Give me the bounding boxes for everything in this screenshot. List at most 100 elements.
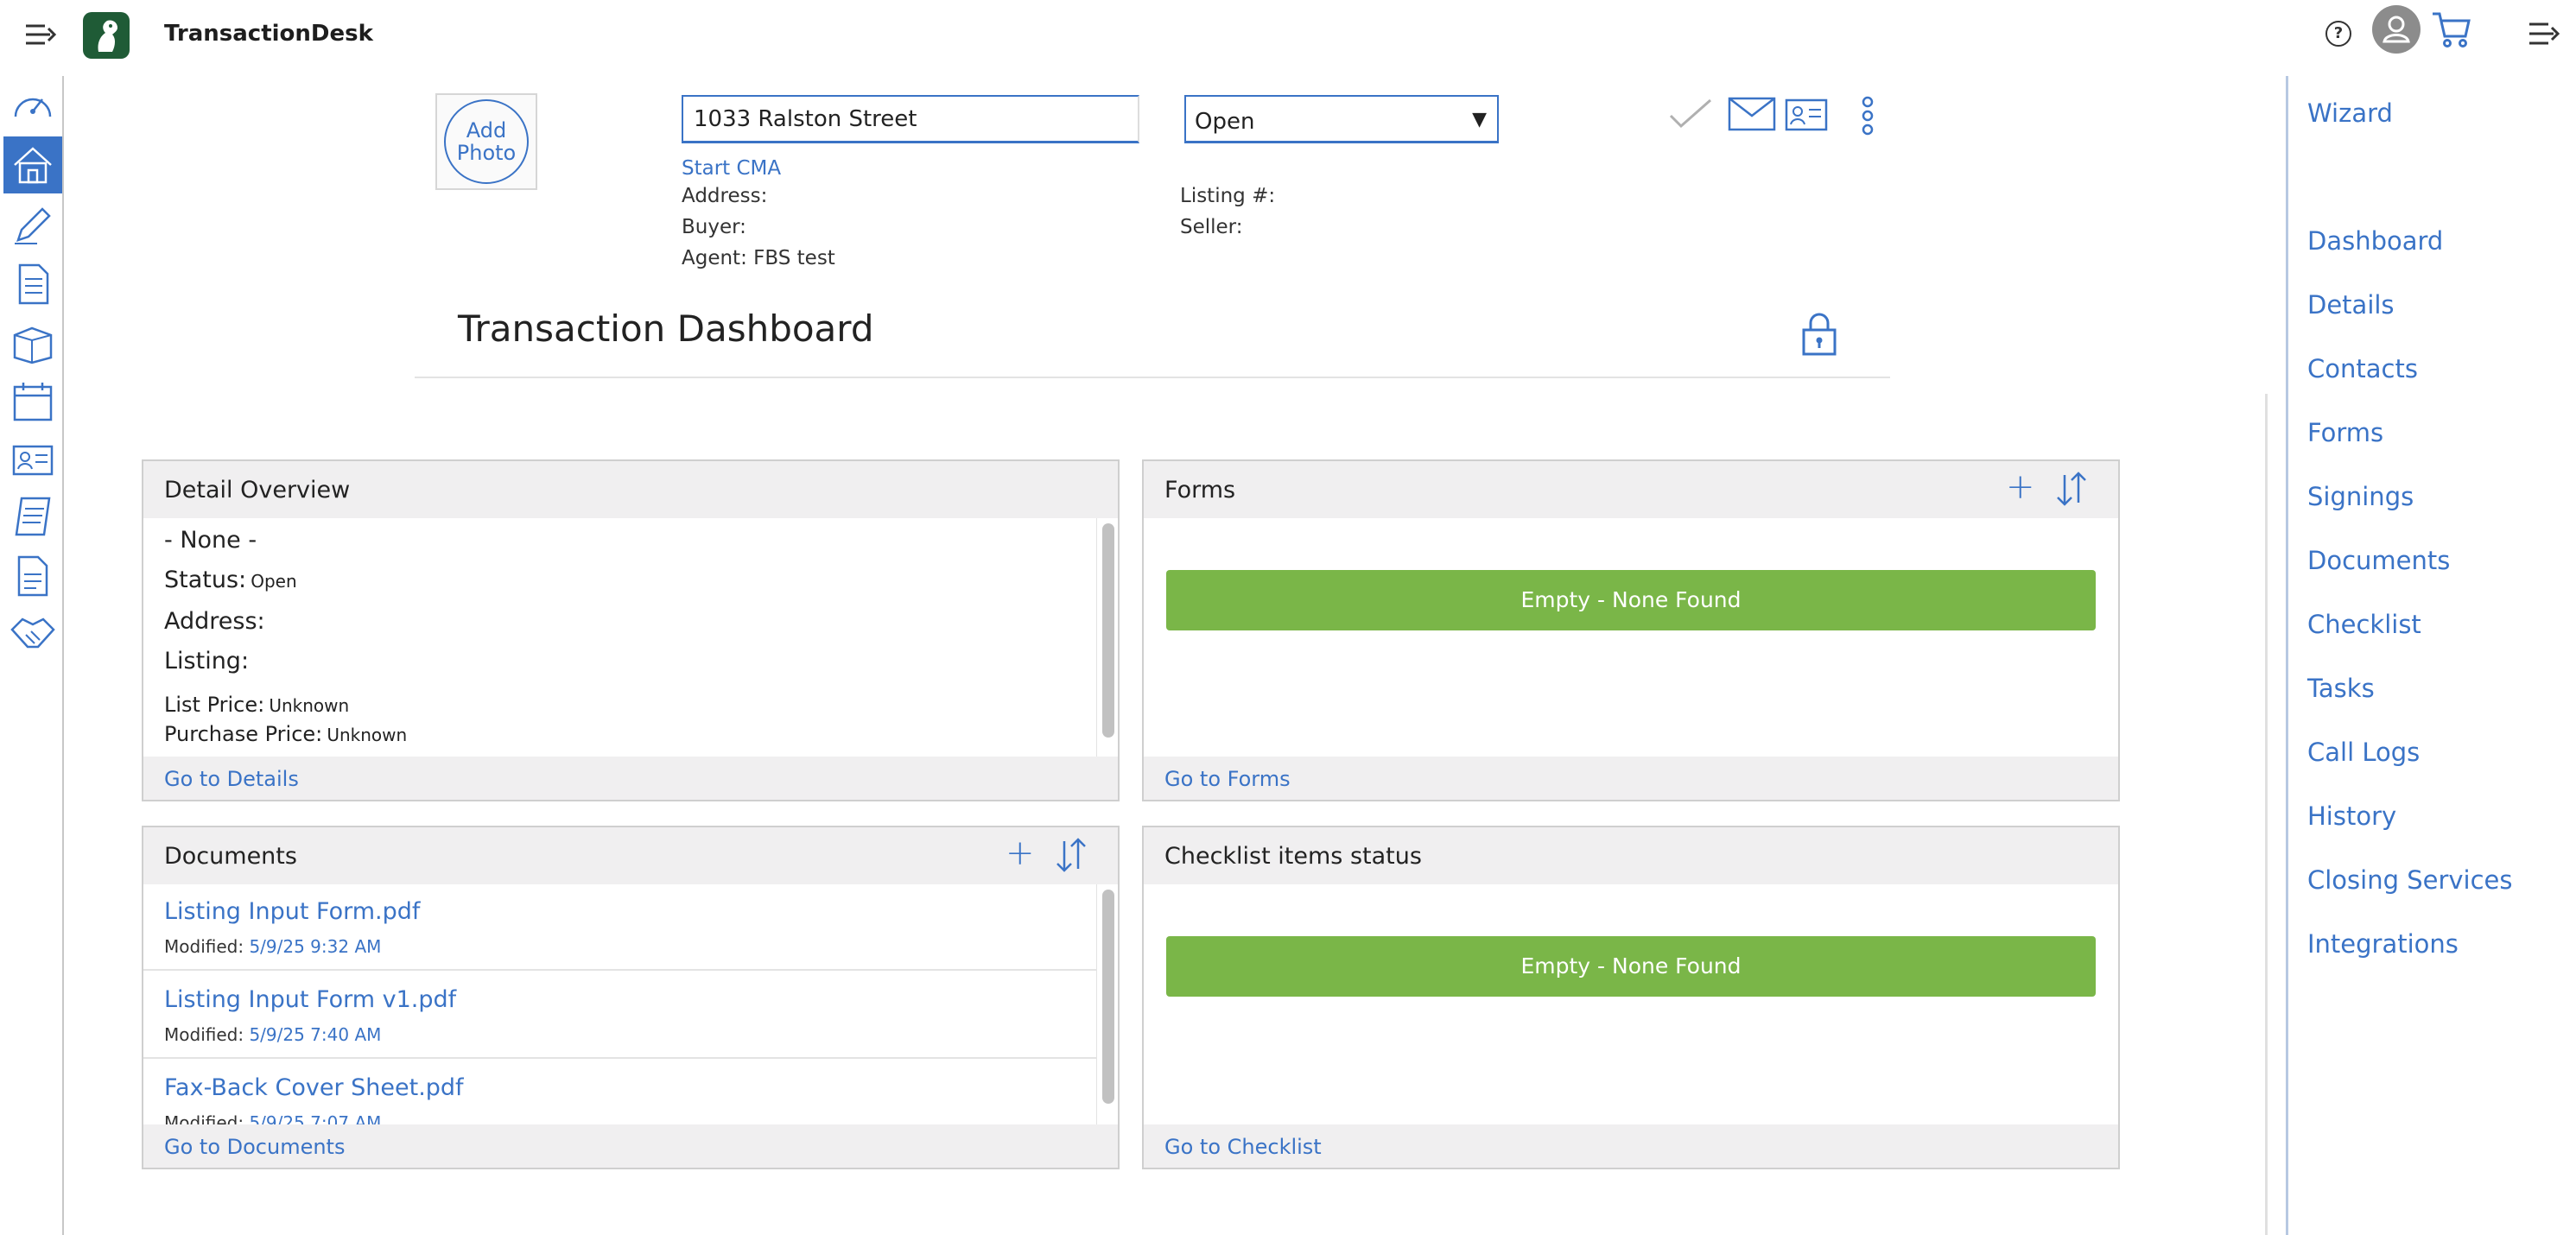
list-price-line: List Price: Unknown — [164, 693, 349, 717]
sort-icon[interactable] — [2054, 470, 2089, 508]
panel-footer: Go to Details — [143, 757, 1118, 800]
documents-scrollbar[interactable] — [1102, 890, 1114, 1104]
add-form-plus-icon[interactable]: + — [2006, 470, 2035, 504]
panel-title: Forms — [1164, 477, 1236, 504]
right-nav-tasks[interactable]: Tasks — [2307, 674, 2375, 703]
right-nav-call-logs[interactable]: Call Logs — [2307, 738, 2420, 767]
detail-overview-panel: Detail Overview - None - Status: Open Ad… — [142, 459, 1120, 801]
document-modified: Modified: 5/9/25 7:07 AM — [164, 1112, 381, 1124]
right-nav-history[interactable]: History — [2307, 801, 2396, 831]
list-price-value: Unknown — [269, 695, 350, 716]
right-nav-contacts[interactable]: Contacts — [2307, 354, 2418, 383]
go-to-checklist-link[interactable]: Go to Checklist — [1164, 1135, 1322, 1159]
right-nav-dashboard[interactable]: Dashboard — [2307, 226, 2443, 256]
document-name[interactable]: Listing Input Form v1.pdf — [164, 986, 456, 1013]
address-input[interactable] — [682, 95, 1139, 143]
status-select[interactable]: Open ▼ — [1184, 95, 1499, 143]
go-to-documents-link[interactable]: Go to Documents — [164, 1135, 345, 1159]
modified-label: Modified: — [164, 1112, 244, 1124]
handshake-icon[interactable] — [3, 605, 62, 662]
panel-footer: Go to Checklist — [1144, 1124, 2118, 1168]
go-to-forms-link[interactable]: Go to Forms — [1164, 767, 1291, 791]
start-cma-link[interactable]: Start CMA — [682, 157, 781, 180]
help-icon[interactable]: ? — [2325, 21, 2351, 47]
status-label: Status: — [164, 567, 247, 593]
panel-header: Checklist items status — [1144, 827, 2118, 884]
status-select-value: Open — [1195, 109, 1255, 135]
modified-date: 5/9/25 7:40 AM — [249, 1024, 382, 1045]
checklist-empty-state: Empty - None Found — [1166, 936, 2096, 997]
top-bar: TransactionDesk ? — [0, 0, 2576, 71]
title-divider — [415, 377, 1890, 378]
scroll-track — [1096, 884, 1097, 1128]
contact-card-icon[interactable] — [3, 432, 62, 489]
none-text: - None - — [164, 527, 257, 554]
cart-icon[interactable] — [2431, 9, 2474, 52]
list-item[interactable]: Listing Input Form.pdf Modified: 5/9/25 … — [143, 884, 1097, 971]
modified-label: Modified: — [164, 936, 244, 957]
status-value: Open — [251, 571, 297, 592]
listing-number-meta: Listing #: — [1180, 185, 1276, 207]
panel-header: Documents + — [143, 827, 1118, 884]
right-nav-signings[interactable]: Signings — [2307, 482, 2414, 511]
panel-header: Forms + — [1144, 461, 2118, 518]
calendar-icon[interactable] — [3, 373, 62, 430]
right-nav-wizard[interactable]: Wizard — [2307, 98, 2393, 128]
right-panel-toggle-icon[interactable] — [2528, 19, 2562, 48]
speedometer-icon[interactable] — [3, 76, 62, 133]
document-name[interactable]: Fax-Back Cover Sheet.pdf — [164, 1074, 464, 1101]
more-options-icon[interactable] — [1859, 95, 1876, 136]
list-item[interactable]: Listing Input Form v1.pdf Modified: 5/9/… — [143, 972, 1097, 1059]
right-nav-forms[interactable]: Forms — [2307, 418, 2383, 447]
right-nav-details[interactable]: Details — [2307, 290, 2395, 320]
modified-date: 5/9/25 7:07 AM — [249, 1112, 382, 1124]
panel-title: Detail Overview — [164, 477, 351, 504]
list-price-label: List Price: — [164, 693, 265, 717]
buyer-meta: Buyer: — [682, 216, 746, 238]
add-document-plus-icon[interactable]: + — [1006, 836, 1035, 871]
document-name[interactable]: Listing Input Form.pdf — [164, 898, 420, 925]
user-avatar-icon[interactable] — [2372, 5, 2421, 54]
checklist-panel: Checklist items status Empty - None Foun… — [1142, 826, 2120, 1169]
lock-icon[interactable] — [1800, 311, 1838, 356]
document-list-icon[interactable] — [3, 256, 62, 313]
menu-expand-icon[interactable] — [24, 21, 59, 48]
detail-overview-scrollbar[interactable] — [1102, 523, 1114, 738]
pen-icon[interactable] — [3, 197, 62, 254]
add-photo-label: Add Photo — [444, 99, 529, 184]
modified-date: 5/9/25 9:32 AM — [249, 936, 382, 957]
panel-header: Detail Overview — [143, 461, 1118, 518]
purchase-price-line: Purchase Price: Unknown — [164, 722, 407, 746]
forms-panel: Forms + Empty - None Found Go to Forms — [1142, 459, 2120, 801]
right-nav-checklist[interactable]: Checklist — [2307, 610, 2421, 639]
box-icon[interactable] — [3, 314, 62, 371]
scroll-track — [1096, 518, 1097, 760]
document-modified: Modified: 5/9/25 9:32 AM — [164, 936, 381, 957]
app-logo — [83, 12, 130, 59]
email-icon[interactable] — [1728, 97, 1776, 131]
main-scrollbar[interactable] — [2265, 394, 2268, 1235]
purchase-price-label: Purchase Price: — [164, 722, 323, 746]
file-icon[interactable] — [3, 548, 62, 605]
document-modified: Modified: 5/9/25 7:40 AM — [164, 1024, 381, 1045]
right-nav-closing-services[interactable]: Closing Services — [2307, 865, 2513, 895]
documents-list: Listing Input Form.pdf Modified: 5/9/25 … — [143, 884, 1118, 1124]
go-to-details-link[interactable]: Go to Details — [164, 767, 299, 791]
right-nav-documents[interactable]: Documents — [2307, 546, 2450, 575]
contact-card-icon[interactable] — [1785, 98, 1828, 131]
seller-meta: Seller: — [1180, 216, 1243, 238]
documents-panel: Documents + Listing Input Form.pdf Modif… — [142, 826, 1120, 1169]
home-icon[interactable] — [3, 136, 62, 193]
address-meta: Address: — [682, 185, 768, 207]
list-item[interactable]: Fax-Back Cover Sheet.pdf Modified: 5/9/2… — [143, 1061, 1097, 1124]
detail-overview-body: - None - Status: Open Address: Listing: … — [143, 518, 1118, 757]
purchase-price-value: Unknown — [327, 725, 408, 745]
scroll-icon[interactable] — [3, 489, 62, 546]
app-title: TransactionDesk — [164, 21, 373, 47]
sort-icon[interactable] — [1054, 836, 1088, 874]
add-photo-button[interactable]: Add Photo — [435, 93, 537, 190]
right-nav-integrations[interactable]: Integrations — [2307, 929, 2459, 959]
panel-footer: Go to Forms — [1144, 757, 2118, 800]
check-icon[interactable] — [1667, 97, 1714, 131]
listing-label: Listing: — [164, 648, 250, 674]
